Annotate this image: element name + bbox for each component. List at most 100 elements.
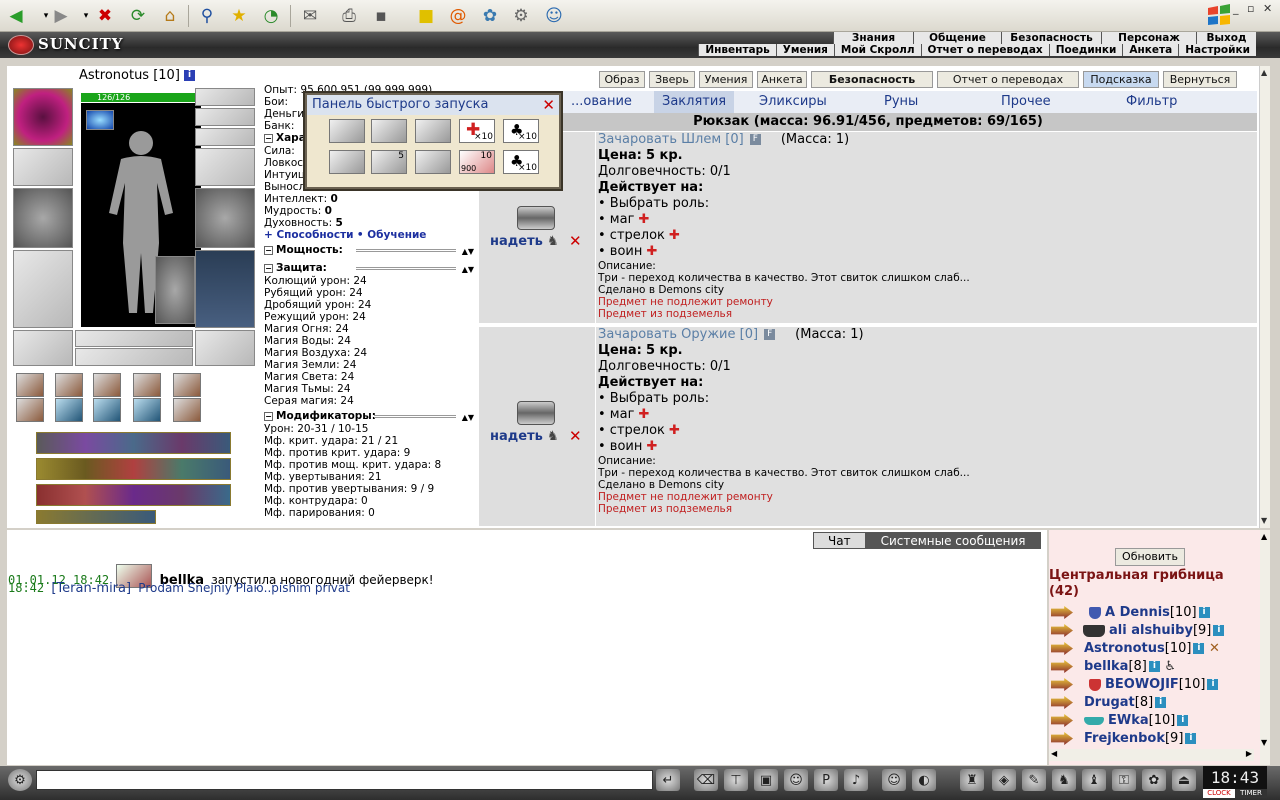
userlist-v-scrollbar[interactable]: ▲ ▼ <box>1260 530 1270 765</box>
info-icon[interactable]: i <box>1213 625 1225 636</box>
quick-slot-1[interactable] <box>329 119 365 143</box>
profile-button[interactable]: Анкета <box>757 71 807 88</box>
quick-slot-9[interactable]: 10 900 <box>459 150 495 174</box>
ring-top-slot[interactable] <box>195 88 255 106</box>
private-message-icon[interactable] <box>1051 660 1073 673</box>
user-name[interactable]: A Dennis <box>1105 605 1170 620</box>
gloves-slot[interactable] <box>195 148 255 186</box>
info-icon[interactable]: i <box>1185 733 1197 744</box>
power-arrows-icon[interactable]: ▲▼ <box>462 245 474 258</box>
lock-icon[interactable]: ⚿ <box>1112 769 1136 791</box>
wear-icon[interactable]: ♞ <box>547 234 559 249</box>
belt-item-4[interactable] <box>133 373 161 397</box>
edit-icon[interactable]: ▪ <box>368 3 394 29</box>
paw-icon[interactable]: ✿ <box>1142 769 1166 791</box>
weapon-slot[interactable] <box>13 188 73 248</box>
translit-icon[interactable]: P <box>814 769 838 791</box>
stop-icon[interactable]: ✖ <box>92 3 118 29</box>
submenu-skills[interactable]: Умения <box>775 44 834 56</box>
send-icon[interactable]: ↵ <box>656 769 680 791</box>
icq-icon[interactable]: ✿ <box>477 3 503 29</box>
belt-item-8[interactable] <box>93 398 121 422</box>
user-name[interactable]: EWka <box>1108 713 1149 728</box>
boots-slot[interactable] <box>195 330 255 366</box>
menu-exit[interactable]: Выход <box>1196 32 1256 44</box>
timer-label[interactable]: TIMER <box>1235 789 1267 798</box>
belt-item-3[interactable] <box>93 373 121 397</box>
info-icon[interactable]: i <box>1193 643 1205 654</box>
helmet-slot[interactable] <box>13 88 73 146</box>
security-button[interactable]: Безопасность <box>811 71 933 88</box>
image-button[interactable]: Образ <box>599 71 645 88</box>
scroll-up-icon[interactable]: ▲ <box>1261 68 1267 77</box>
game-logo[interactable]: SUNCITY <box>8 35 123 55</box>
info-icon[interactable]: i <box>184 70 196 81</box>
tab-spells[interactable]: Заклятия <box>654 91 735 113</box>
user-name[interactable]: bellka <box>1084 659 1128 674</box>
submenu-settings[interactable]: Настройки <box>1178 44 1256 56</box>
print-icon[interactable]: ⎙ <box>336 3 362 29</box>
quick-slot-4[interactable]: ✚ ×10 <box>459 119 495 143</box>
scroll-down-icon[interactable]: ▼ <box>1261 738 1267 747</box>
maximize-icon[interactable]: ▫ <box>1247 2 1254 15</box>
private-message-icon[interactable] <box>1051 624 1073 637</box>
user-name[interactable]: Frejkenbok <box>1084 731 1165 746</box>
back-icon[interactable]: ◀ <box>3 3 29 29</box>
menu-knowledge[interactable]: Знания <box>833 32 913 44</box>
wear-button[interactable]: надеть <box>490 429 543 444</box>
pet-slot[interactable] <box>155 256 195 324</box>
tool-5-icon[interactable]: ♝ <box>1082 769 1106 791</box>
info-icon[interactable]: i <box>1198 607 1210 618</box>
battle-icon[interactable]: ✕ <box>1209 641 1220 656</box>
mail-icon[interactable]: ✉ <box>297 3 323 29</box>
chat-settings-icon[interactable]: ⚙ <box>8 769 32 791</box>
abilities-link[interactable]: + Способности <box>264 229 354 241</box>
scroll-right-icon[interactable]: ▶ <box>1246 749 1252 758</box>
quick-slot-5[interactable]: ♣ ×10 <box>503 119 539 143</box>
messenger-icon[interactable]: @ <box>445 3 471 29</box>
armor-slot[interactable] <box>13 250 73 328</box>
belt-item-5[interactable] <box>173 373 201 397</box>
belt-item-10[interactable] <box>173 398 201 422</box>
minimize-icon[interactable]: _ <box>1233 2 1239 15</box>
userlist-h-scrollbar[interactable]: ◀ ▶ <box>1049 749 1254 761</box>
user-name[interactable]: BEOWOJIF <box>1105 677 1179 692</box>
tab-other[interactable]: Прочее <box>1001 94 1051 109</box>
belt-slot[interactable] <box>13 330 73 366</box>
tab-equipment[interactable]: ...ование <box>571 94 632 109</box>
info-icon[interactable]: i <box>1148 661 1160 672</box>
private-message-icon[interactable] <box>1051 732 1073 745</box>
contacts-icon[interactable]: ☺ <box>541 3 567 29</box>
scroll-up-icon[interactable]: ▲ <box>1261 532 1267 541</box>
private-message-icon[interactable] <box>1051 606 1073 619</box>
skills-button[interactable]: Умения <box>699 71 753 88</box>
f-badge[interactable]: F <box>764 329 776 340</box>
tab-chat[interactable]: Чат <box>813 532 866 549</box>
item-name[interactable]: Зачаровать Оружие [0] <box>598 327 758 342</box>
pants-slot[interactable] <box>195 250 255 328</box>
scroll-left-icon[interactable]: ◀ <box>1051 749 1057 758</box>
info-icon[interactable]: i <box>1207 679 1219 690</box>
plus-icon[interactable]: ✚ <box>669 423 680 438</box>
modifiers-arrows-icon[interactable]: ▲▼ <box>462 411 474 424</box>
earring-slot[interactable] <box>195 108 255 126</box>
private-message-icon[interactable] <box>1051 714 1073 727</box>
close-window-icon[interactable]: ✕ <box>1263 2 1272 15</box>
tab-runes[interactable]: Руны <box>884 94 918 109</box>
submenu-profile[interactable]: Анкета <box>1122 44 1179 56</box>
offhand-slot[interactable] <box>195 188 255 248</box>
tool-4-icon[interactable]: ♞ <box>1052 769 1076 791</box>
item-name[interactable]: Зачаровать Шлем [0] <box>598 132 744 147</box>
quick-slot-3[interactable] <box>415 119 451 143</box>
info-icon[interactable]: i <box>1177 715 1189 726</box>
rings-slot[interactable] <box>75 330 193 347</box>
tab-system-messages[interactable]: Системные сообщения <box>865 532 1041 549</box>
refresh-button[interactable]: Обновить <box>1115 548 1185 566</box>
tool-1-icon[interactable]: ♜ <box>960 769 984 791</box>
modifiers-header[interactable]: − Модификаторы: ▲▼ <box>264 410 474 423</box>
defense-arrows-icon[interactable]: ▲▼ <box>462 263 474 276</box>
tool-3-icon[interactable]: ✎ <box>1022 769 1046 791</box>
refresh-icon[interactable]: ⟳ <box>125 3 151 29</box>
chat-nick[interactable]: [Teran-mira] <box>51 581 131 596</box>
save-log-icon[interactable]: ▣ <box>754 769 778 791</box>
